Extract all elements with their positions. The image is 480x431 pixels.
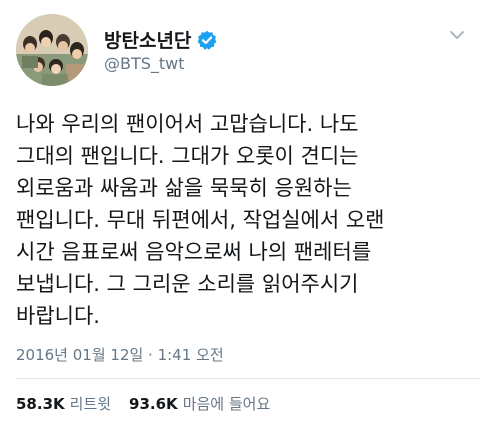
divider xyxy=(16,378,480,379)
retweets-label: 리트윗 xyxy=(69,395,112,413)
author-display-name[interactable]: 방탄소년단 xyxy=(104,26,191,53)
tweet-header: 방탄소년단 @BTS_twt xyxy=(0,0,480,96)
avatar-group-photo xyxy=(16,14,88,86)
tweet-timestamp[interactable]: 2016년 01월 12일 · 1:41 오전 xyxy=(16,344,224,365)
likes-stat[interactable]: 93.6K 마음에 들어요 xyxy=(129,393,270,414)
tweet-text: 나와 우리의 팬이어서 고맙습니다. 나도 그대의 팬입니다. 그대가 오롯이 … xyxy=(16,112,385,328)
avatar[interactable] xyxy=(16,14,88,86)
retweets-count: 58.3K xyxy=(16,395,65,413)
verified-badge-icon xyxy=(197,30,217,50)
author-handle[interactable]: @BTS_twt xyxy=(104,54,185,73)
chevron-down-icon[interactable] xyxy=(448,26,466,44)
likes-label: 마음에 들어요 xyxy=(182,395,271,413)
tweet-stats: 58.3K 리트윗 93.6K 마음에 들어요 xyxy=(16,393,288,414)
likes-count: 93.6K xyxy=(129,395,178,413)
retweets-stat[interactable]: 58.3K 리트윗 xyxy=(16,393,111,414)
author-name-row[interactable]: 방탄소년단 xyxy=(104,26,217,53)
